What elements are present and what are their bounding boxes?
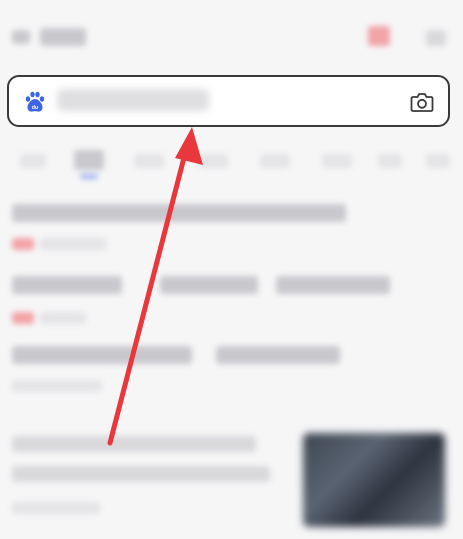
feed-meta-blur-1 [40, 238, 106, 250]
search-query-text[interactable] [57, 89, 209, 111]
feed-title-blur-3a [12, 346, 192, 364]
feed-title-blur-2b [160, 276, 258, 294]
tab-blur-6 [322, 154, 352, 168]
notification-badge-blur [368, 26, 390, 46]
feed-title-blur-2c [276, 276, 390, 294]
feed-title-blur-1 [12, 204, 346, 222]
feed-meta-blur-4 [12, 502, 100, 514]
tab-blur-5 [260, 154, 290, 168]
top-menu-blur [426, 30, 446, 46]
feed-meta-blur-2 [40, 312, 86, 324]
tab-blur-1 [20, 154, 46, 168]
feed-title-blur-2a [12, 276, 122, 294]
feed-title-blur-4a [12, 436, 256, 452]
tab-blur-2 [74, 150, 104, 170]
search-box[interactable]: du [7, 75, 450, 127]
tab-indicator-blur [80, 174, 98, 179]
tab-blur-3 [134, 154, 164, 168]
baidu-paw-icon: du [25, 91, 45, 112]
feed-tag-blur-1 [12, 238, 34, 250]
tab-blur-8 [426, 154, 450, 168]
feed-meta-blur-3 [12, 380, 102, 392]
feed-title-blur-4b [12, 466, 270, 482]
feed-thumbnail[interactable] [303, 433, 445, 527]
top-title-blur [40, 28, 86, 46]
top-back-blur [12, 30, 30, 44]
tab-blur-4 [198, 154, 228, 168]
feed-tag-blur-2 [12, 312, 34, 324]
svg-text:du: du [32, 105, 39, 111]
feed-title-blur-3b [216, 346, 340, 364]
tab-blur-7 [378, 154, 402, 168]
camera-icon[interactable] [410, 91, 434, 113]
